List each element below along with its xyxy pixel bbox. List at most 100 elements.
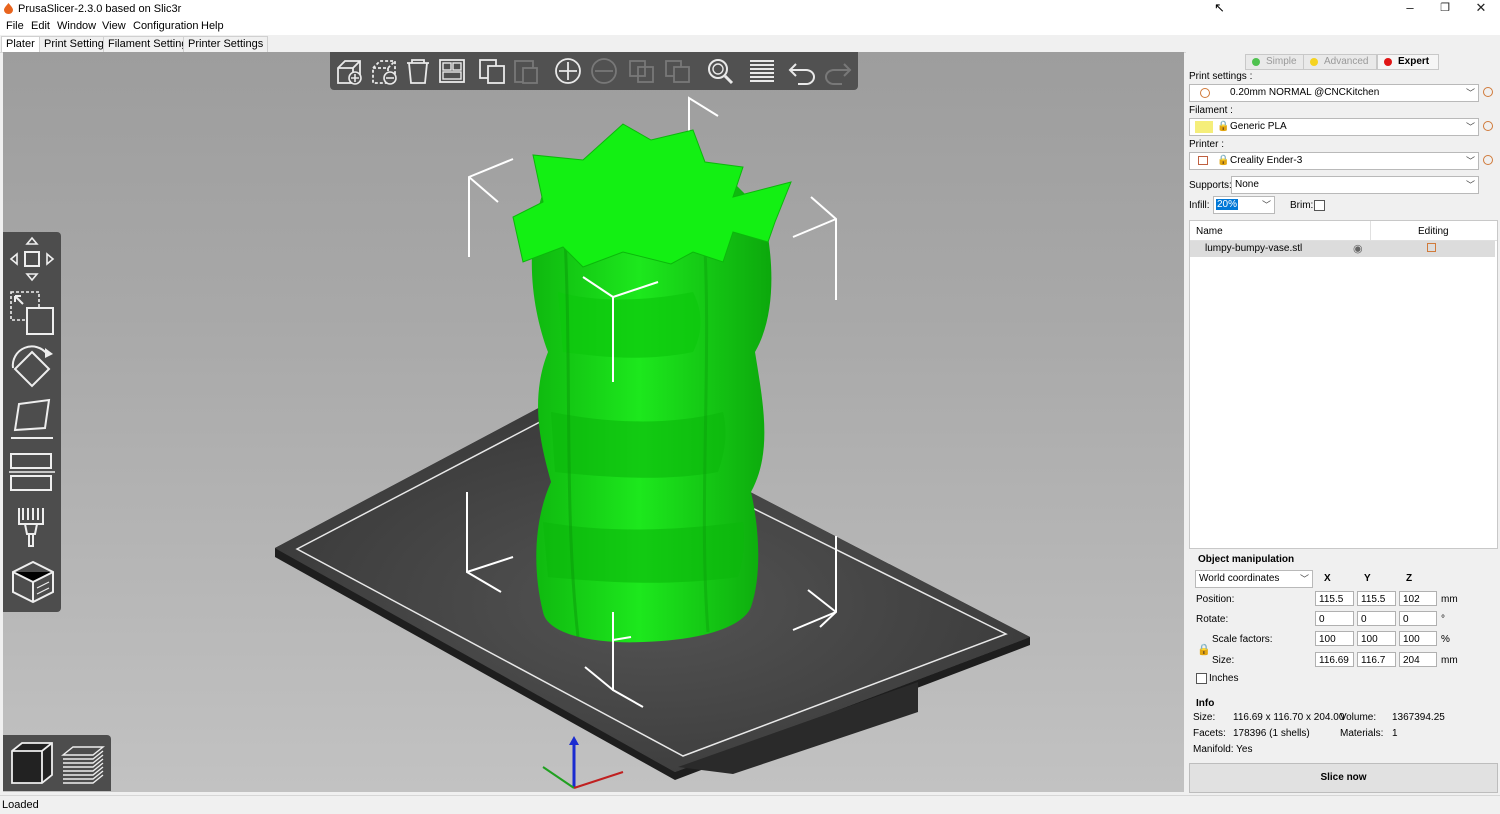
object-list-header: Name Editing [1190, 221, 1497, 241]
paste-icon [514, 60, 538, 84]
tab-plater[interactable]: Plater [1, 36, 40, 52]
arrange-icon[interactable] [436, 56, 468, 86]
axis-x-label: X [1324, 573, 1331, 584]
tab-printer-settings[interactable]: Printer Settings [183, 36, 269, 52]
menu-configuration[interactable]: Configuration [133, 20, 198, 32]
filament-color-swatch[interactable] [1195, 121, 1213, 133]
printer-icon [1198, 156, 1208, 165]
infill-combo[interactable]: 20% ﹀ [1213, 196, 1275, 214]
top-toolbar [330, 52, 858, 90]
vase-model[interactable] [512, 123, 792, 643]
scale-y-input[interactable]: 100 [1357, 631, 1396, 646]
remove-instance-icon [591, 58, 617, 84]
column-name[interactable]: Name [1196, 226, 1223, 237]
menu-view[interactable]: View [102, 20, 126, 32]
info-manifold: Manifold: Yes [1193, 744, 1253, 755]
filament-gear-icon[interactable] [1483, 121, 1493, 131]
menu-edit[interactable]: Edit [31, 20, 50, 32]
chevron-down-icon: ﹀ [1465, 122, 1475, 132]
printer-label: Printer : [1189, 139, 1225, 150]
restore-button[interactable]: ❐ [1427, 0, 1463, 18]
chevron-down-icon: ﹀ [1465, 156, 1475, 166]
print-settings-gear-icon[interactable] [1483, 87, 1493, 97]
mode-advanced-button[interactable]: Advanced [1303, 54, 1377, 70]
inches-checkbox[interactable] [1196, 673, 1207, 684]
scale-label: Scale factors: [1212, 634, 1273, 645]
info-materials-value: 1 [1392, 728, 1398, 739]
place-on-face-icon[interactable] [9, 396, 55, 442]
minimize-button[interactable]: – [1392, 0, 1428, 18]
filament-combo[interactable]: 🔒 Generic PLA ﹀ [1189, 118, 1479, 136]
copy-icon[interactable] [476, 56, 508, 86]
brim-checkbox[interactable] [1314, 200, 1325, 211]
close-button[interactable]: ✕ [1463, 0, 1499, 18]
split-objects-icon [629, 60, 654, 83]
info-facets-value: 178396 (1 shells) [1233, 728, 1310, 739]
printer-combo[interactable]: 🔒 Creality Ender-3 ﹀ [1189, 152, 1479, 170]
mode-expert-button[interactable]: Expert [1377, 54, 1439, 70]
move-icon[interactable] [9, 236, 55, 282]
size-x-input[interactable]: 116.69 [1315, 652, 1354, 667]
scene-canvas [275, 96, 1030, 789]
infill-label: Infill: [1189, 200, 1210, 211]
coordinates-combo[interactable]: World coordinates ﹀ [1195, 570, 1313, 588]
lock-icon[interactable]: 🔒 [1197, 643, 1211, 656]
left-toolbar [3, 232, 61, 612]
print-settings-combo[interactable]: 0.20mm NORMAL @CNCKitchen ﹀ [1189, 84, 1479, 102]
scale-icon[interactable] [9, 290, 55, 336]
scale-z-input[interactable]: 100 [1399, 631, 1437, 646]
size-unit: mm [1441, 655, 1458, 666]
rotate-unit: ° [1441, 614, 1445, 625]
layers-editing-icon[interactable] [746, 56, 778, 86]
3d-viewport[interactable] [3, 52, 1184, 792]
info-title: Info [1196, 698, 1215, 709]
chevron-down-icon: ﹀ [1465, 180, 1475, 190]
list-item[interactable]: lumpy-bumpy-vase.stl ◉ [1190, 241, 1495, 257]
position-x-input[interactable]: 115.5 [1315, 591, 1354, 606]
cut-icon[interactable] [9, 448, 55, 494]
column-editing[interactable]: Editing [1418, 226, 1449, 237]
size-y-input[interactable]: 116.7 [1357, 652, 1396, 667]
scale-unit: % [1441, 634, 1450, 645]
search-icon[interactable] [704, 56, 736, 86]
supports-combo[interactable]: None ﹀ [1231, 176, 1479, 194]
delete-object-icon[interactable] [368, 56, 400, 86]
scale-x-input[interactable]: 100 [1315, 631, 1354, 646]
object-list[interactable]: Name Editing [1189, 220, 1498, 549]
preview-layers-icon[interactable] [59, 739, 107, 787]
brim-label: Brim: [1290, 200, 1314, 211]
rotate-icon[interactable] [9, 344, 55, 390]
mode-simple-button[interactable]: Simple [1245, 54, 1307, 70]
rotate-x-input[interactable]: 0 [1315, 611, 1354, 626]
edit-icon[interactable] [1427, 243, 1436, 252]
prusaslicer-app-icon [4, 3, 13, 14]
paint-supports-icon[interactable] [9, 504, 55, 550]
sla-support-icon[interactable] [9, 558, 55, 604]
split-parts-icon [665, 60, 690, 83]
position-label: Position: [1196, 594, 1235, 605]
undo-icon[interactable] [786, 56, 818, 86]
redo-icon [825, 63, 852, 85]
menu-file[interactable]: File [6, 20, 24, 32]
lock-icon: 🔒 [1217, 121, 1230, 132]
inches-label: Inches [1209, 673, 1239, 684]
position-z-input[interactable]: 102 [1399, 591, 1437, 606]
filament-label: Filament : [1189, 105, 1233, 116]
info-volume-label: Volume: [1340, 712, 1377, 723]
rotate-y-input[interactable]: 0 [1357, 611, 1396, 626]
menu-window[interactable]: Window [57, 20, 96, 32]
slice-now-button[interactable]: Slice now [1189, 763, 1498, 793]
delete-all-icon[interactable] [402, 56, 434, 86]
size-z-input[interactable]: 204 [1399, 652, 1437, 667]
add-object-icon[interactable] [333, 56, 365, 86]
menu-bar: File Edit Window View Configuration Help [0, 18, 1500, 35]
add-instance-icon[interactable] [552, 56, 584, 86]
menu-help[interactable]: Help [201, 20, 224, 32]
eye-icon[interactable]: ◉ [1353, 242, 1363, 255]
size-label: Size: [1212, 655, 1235, 666]
print-settings-icon [1200, 88, 1210, 98]
3d-view-icon[interactable] [8, 739, 56, 787]
position-y-input[interactable]: 115.5 [1357, 591, 1396, 606]
printer-gear-icon[interactable] [1483, 155, 1493, 165]
rotate-z-input[interactable]: 0 [1399, 611, 1437, 626]
